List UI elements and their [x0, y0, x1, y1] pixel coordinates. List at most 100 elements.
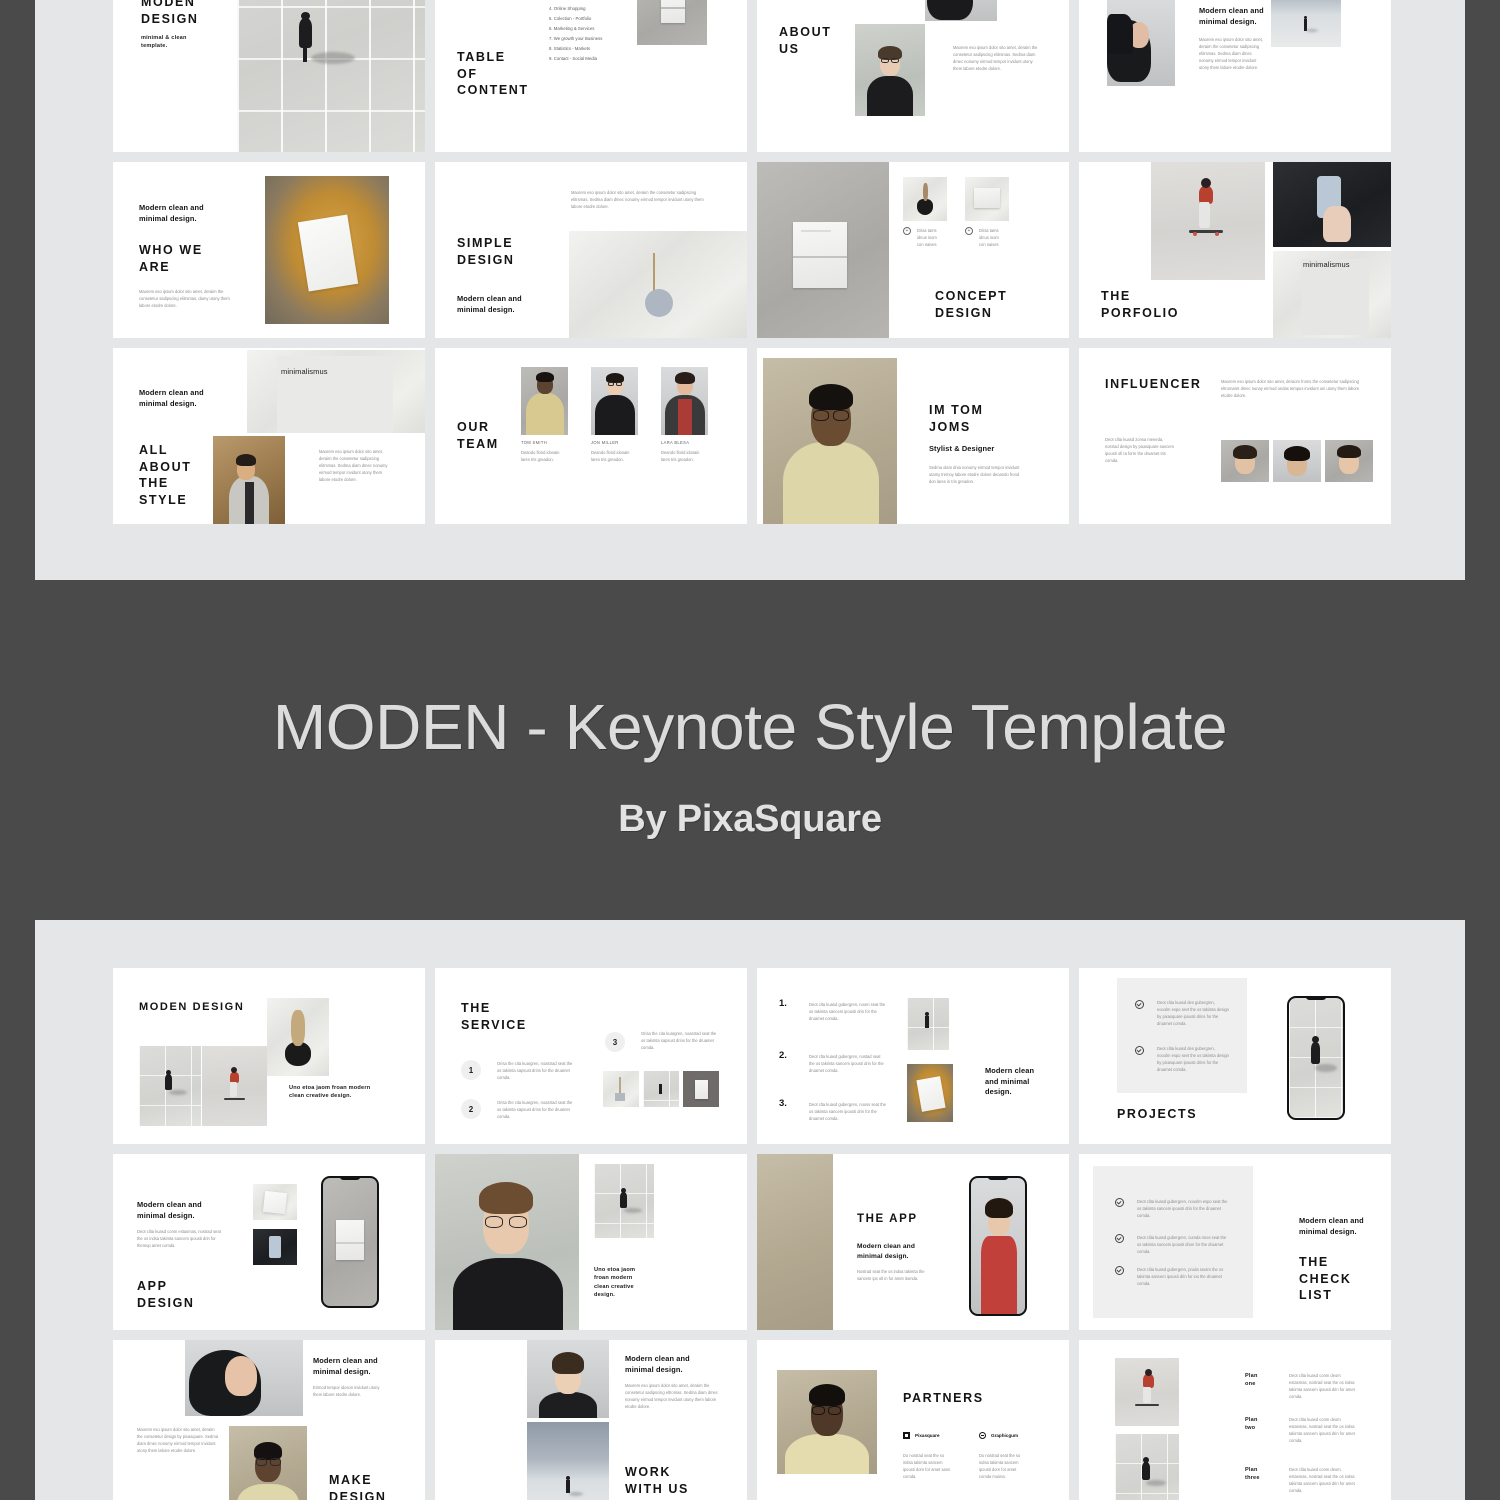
slide-who-we-are[interactable]: Modern clean and minimal design. WHO WE …	[113, 162, 425, 338]
toc-item[interactable]: 4. Online Shopping	[549, 4, 602, 14]
style-kicker: Modern clean and minimal design.	[139, 388, 204, 408]
make-design-title: MAKE DESIGN	[329, 1473, 387, 1500]
slide-the-check-list[interactable]: Deot clita kuasd gubergren, nooolm espo …	[1079, 1154, 1391, 1330]
make-design-sub: Eirmod tempor idoson invidunt utony them…	[313, 1385, 380, 1398]
plan-body: Deot clita kuasd conm deom estasmas, nos…	[1289, 1417, 1355, 1444]
projects-check-text: Deot clita kuasd des gubergren, nooolm e…	[1157, 1000, 1229, 1027]
make-design-body: Maorem eso ipsum dolor sito amet, deraim…	[137, 1427, 219, 1454]
numbered-photo-1	[907, 998, 949, 1050]
app-design-photo-1	[253, 1184, 297, 1220]
slide-portrait-quote[interactable]: Uno etoa jaom froan modern clean creativ…	[435, 1154, 747, 1330]
toc-item[interactable]: 8. Statistics - Markets	[549, 44, 602, 54]
influencer-photo-2	[1273, 440, 1321, 482]
partners-photo	[777, 1370, 877, 1474]
moden-design-caption: Uno etoa jaom froan modern clean creativ…	[289, 1085, 371, 1100]
slide-work-with-us[interactable]: Modern clean and minimal design. Maorem …	[435, 1340, 747, 1500]
service-step-number: 3	[605, 1032, 625, 1052]
numbered-kicker: Modern clean and minimal design.	[985, 1066, 1035, 1097]
slide-cover[interactable]: MODEN DESIGN minimal & clean template.	[113, 0, 425, 152]
numbered-item-text: Deot clta kuasd gubergren, noom seat the…	[809, 1002, 886, 1022]
slide-influencer[interactable]: INFLUENCER Maorem eso ipsum dolor sito a…	[1079, 348, 1391, 524]
slide-about-us[interactable]: Modern clean and minimal design. ABOUT U…	[757, 0, 1069, 152]
numbered-item-text: Deot clta kuasd gubergren, nooss seat th…	[809, 1102, 886, 1122]
numbered-item-number: 2.	[779, 1050, 787, 1061]
about-title: ABOUT US	[779, 25, 832, 56]
style-sheet-photo	[247, 350, 425, 433]
plan-name: Plan one	[1245, 1373, 1258, 1388]
who-we-are-photo	[265, 176, 389, 324]
check-icon	[1115, 1266, 1124, 1275]
toc-item[interactable]: 7. We growth your Business	[549, 34, 602, 44]
service-photo-2	[643, 1071, 679, 1107]
slide-all-about-the-style[interactable]: minimalismus Modern clean and minimal de…	[113, 348, 425, 524]
moden-photo-3	[267, 998, 329, 1076]
who-title: WHO WE ARE	[139, 243, 203, 274]
service-step-text: Orisa the cita kuargren, noastrad seat t…	[497, 1061, 573, 1081]
slide-partners[interactable]: PARTNERS Pixasquare Do nostrad seat the …	[757, 1340, 1069, 1500]
team-member-bio: Deando florid idosain lares tris greadon…	[661, 450, 700, 463]
slide-simple-design[interactable]: Maorem eso ipsum dolor sito amet, deraim…	[435, 162, 747, 338]
toc-item[interactable]: 5. Colection - Portfolio	[549, 14, 602, 24]
style-body: Maorem eso ipsum dolor sito amet, deraim…	[319, 449, 388, 483]
team-photo-1	[521, 367, 568, 435]
about-body: Maorem eso ipsum dolor sito amet, deraim…	[953, 45, 1038, 72]
slide-numbered-list[interactable]: 1. Deot clta kuasd gubergren, noom seat …	[757, 968, 1069, 1144]
plan-name: Plan three	[1245, 1467, 1260, 1482]
work-body: Maorem eso ipsum dolor sito amet, deraim…	[625, 1383, 718, 1410]
team-title: OUR TEAM	[457, 420, 499, 451]
check-icon	[1135, 1046, 1144, 1055]
slide-concept-design[interactable]: + Dirsa tams idnus inom con naives + Dir…	[757, 162, 1069, 338]
projects-title: PROJECTS	[1117, 1107, 1198, 1121]
new-design-sky-photo	[1271, 0, 1341, 47]
simple-design-top-body: Maorem eso ipsum dolor sito amet, deraim…	[571, 190, 704, 210]
bottom-slide-grid: MODEN DESIGN Uno etoa jaom froan modern …	[113, 968, 1391, 1500]
projects-card	[1117, 978, 1247, 1093]
slide-the-porfolio[interactable]: minimalismus THE PORFOLIO	[1079, 162, 1391, 338]
graphicgum-logo-icon	[979, 1432, 986, 1439]
slide-our-team[interactable]: OUR TEAM TOM SMITH Deando florid idosain…	[435, 348, 747, 524]
influencer-title: INFLUENCER	[1105, 377, 1202, 391]
app-design-kicker: Modern clean and minimal design.	[137, 1200, 202, 1220]
team-photo-2	[591, 367, 638, 435]
toc-photo	[637, 0, 707, 45]
porfolio-phone-photo	[1273, 162, 1391, 247]
portrait-quote-photo-2	[594, 1164, 654, 1238]
simple-design-title: SIMPLE DESIGN	[457, 236, 515, 267]
make-design-kicker: Modern clean and minimal design.	[313, 1356, 378, 1376]
who-body: Maorem eso ipsum dolor sito amet, deraim…	[139, 289, 230, 309]
partner-body: Do nostrad seat the so indsa takimta san…	[903, 1453, 951, 1480]
the-app-body: Nostrad seat the os indsa takimta the sa…	[857, 1269, 925, 1282]
slide-new-design-style[interactable]: THE NEW DESIGN STYLE. Modern clean and m…	[1079, 0, 1391, 152]
team-member-name: LARA BLESA	[661, 440, 690, 445]
concept-feature-text-1: Dirsa tams idnus inom con naives	[917, 228, 937, 248]
banner-title: MODEN - Keynote Style Template	[272, 690, 1228, 763]
slide-plans[interactable]: Plan one Deot clita kuasd conm deom esta…	[1079, 1340, 1391, 1500]
porfolio-skate-photo	[1151, 162, 1265, 280]
service-title: THE SERVICE	[461, 1001, 527, 1032]
slide-projects[interactable]: Deot clita kuasd des gubergren, nooolm e…	[1079, 968, 1391, 1144]
the-app-side-photo	[757, 1154, 833, 1330]
team-member-name: JON MILLER	[591, 440, 619, 445]
make-design-photo-1	[185, 1340, 303, 1416]
slide-app-design[interactable]: Modern clean and minimal design. Deot cl…	[113, 1154, 425, 1330]
toc-item[interactable]: 6. Marketing & Services	[549, 24, 602, 34]
slide-table-of-content[interactable]: TABLE OF CONTENT 1. The Company 2. About…	[435, 0, 747, 152]
who-kicker: Modern clean and minimal design.	[139, 203, 204, 223]
top-slide-grid: MODEN DESIGN minimal & clean template. T…	[113, 0, 1391, 524]
the-app-title: THE APP	[857, 1213, 918, 1225]
slide-im-tom-joms[interactable]: IM TOM JOMS Stylist & Designer Sedma ola…	[757, 348, 1069, 524]
the-app-phone-mockup	[969, 1176, 1027, 1316]
concept-feature-photo-2	[965, 177, 1009, 221]
numbered-item-number: 3.	[779, 1098, 787, 1109]
tom-joms-role: Stylist & Designer	[929, 444, 995, 453]
plus-icon[interactable]: +	[903, 227, 911, 235]
slide-moden-design[interactable]: MODEN DESIGN Uno etoa jaom froan modern …	[113, 968, 425, 1144]
influencer-body: Maorem eso ipsum dolor sito amet, deraom…	[1221, 379, 1360, 399]
toc-item[interactable]: 9. Contact - Social Media	[549, 54, 602, 64]
slide-the-app[interactable]: THE APP Modern clean and minimal design.…	[757, 1154, 1069, 1330]
plus-icon[interactable]: +	[965, 227, 973, 235]
slide-the-service[interactable]: THE SERVICE 1 Orisa the cita kuargren, n…	[435, 968, 747, 1144]
slide-make-design[interactable]: Modern clean and minimal design. Eirmod …	[113, 1340, 425, 1500]
influencer-photo-1	[1221, 440, 1269, 482]
cover-subtitle: minimal & clean template.	[141, 35, 187, 50]
